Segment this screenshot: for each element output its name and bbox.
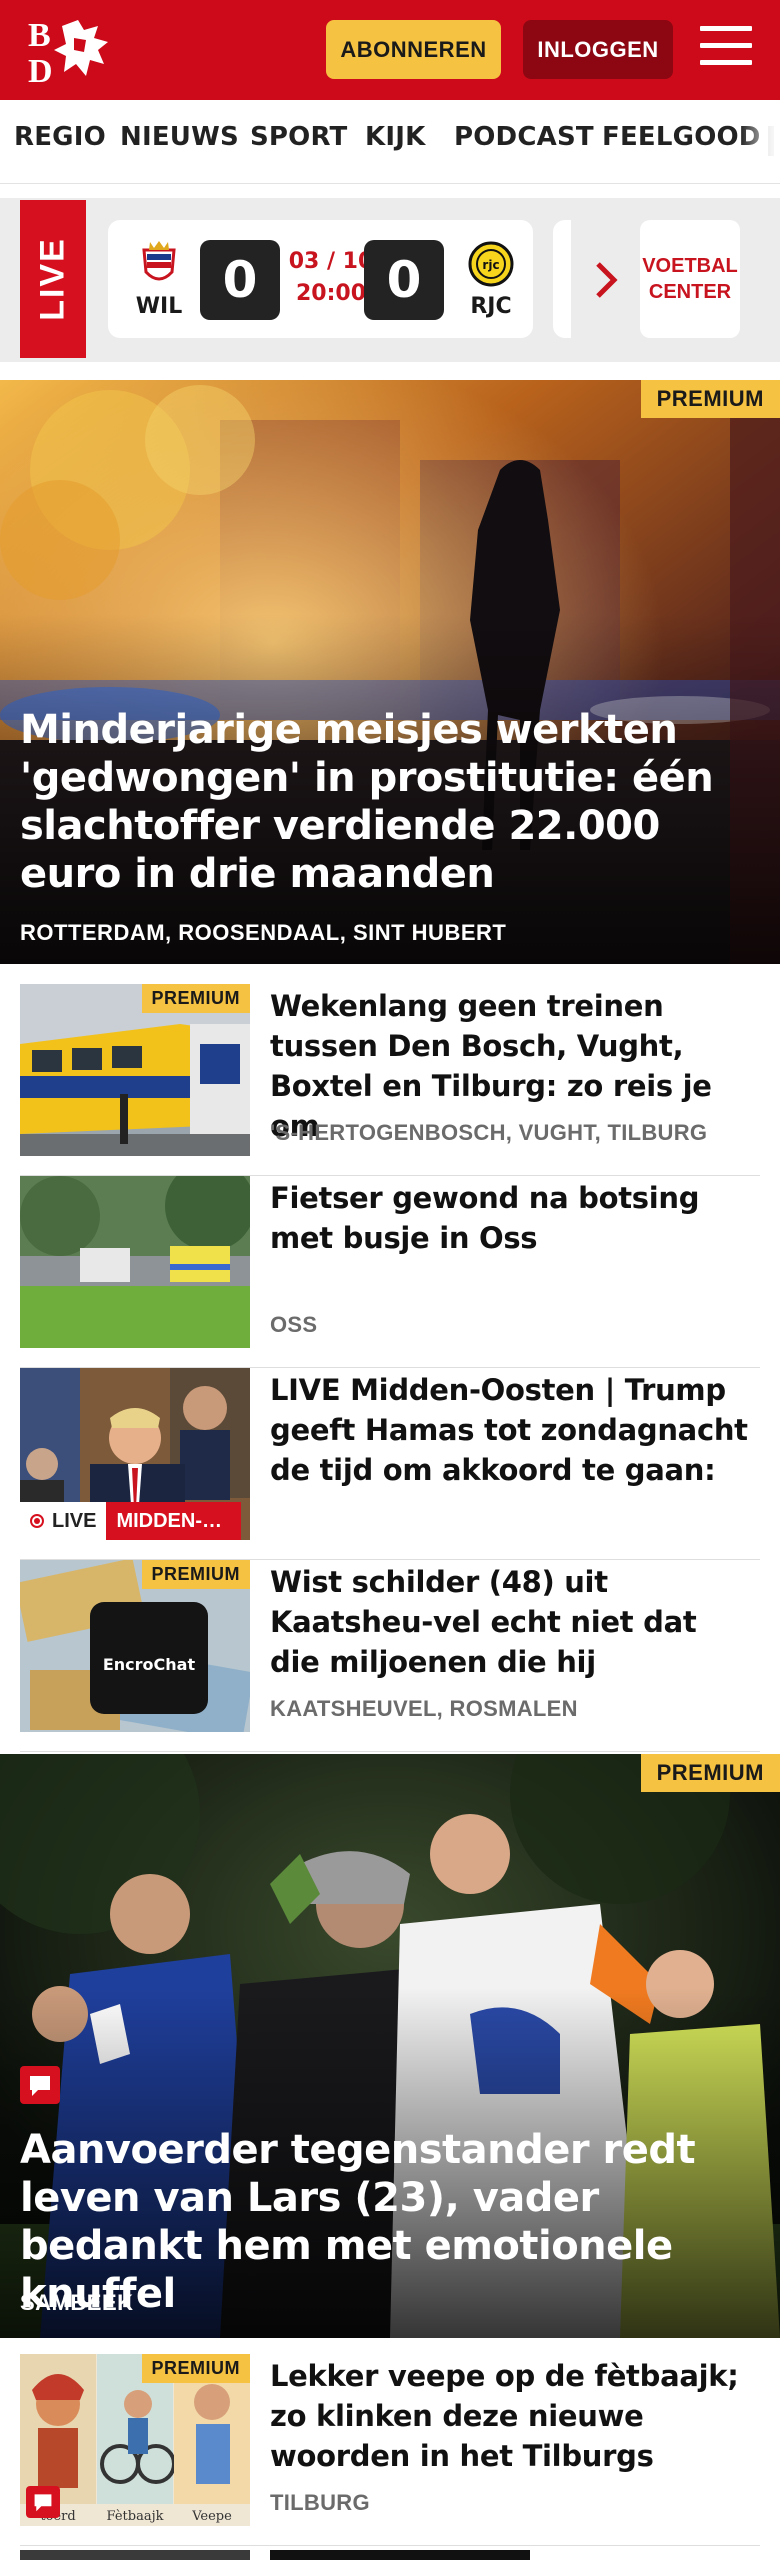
nav-item-sport[interactable]: SPORT	[250, 122, 347, 152]
premium-badge: PREMIUM	[141, 2354, 250, 2383]
premium-badge: PREMIUM	[640, 1754, 780, 1792]
home-team-name: WIL	[135, 294, 183, 319]
next-article-title-peek	[270, 2550, 530, 2560]
article-item[interactable]: Fietser gewond na botsing met busje in O…	[20, 1176, 760, 1368]
article-title[interactable]: LIVE Midden-Oosten | Trump geeft Hamas t…	[270, 1370, 750, 1490]
rjc-logo-icon: rjc	[468, 241, 514, 287]
willem-ii-logo-icon	[142, 241, 176, 281]
match-card[interactable]: WIL 0 03 / 10 20:00 0 rjc RJC	[108, 220, 533, 338]
away-score: 0	[364, 240, 444, 320]
article-item[interactable]: PREMIUM Wekenlang geen treinen tussen De…	[20, 984, 760, 1176]
article-thumbnail	[20, 1176, 250, 1348]
svg-text:Fètbaajk: Fètbaajk	[107, 2509, 164, 2524]
bd-logo[interactable]: B D	[28, 16, 118, 90]
section-nav: REGIO NIEUWS SPORT KIJK PODCAST FEELGOOD	[0, 100, 780, 184]
nav-item-kijk[interactable]: KIJK	[365, 122, 425, 152]
article-location: OSS	[270, 1312, 318, 1337]
svg-text:Veepe: Veepe	[191, 2509, 232, 2524]
article-location: 'S-HERTOGENBOSCH, VUGHT, TILBURG	[270, 1120, 708, 1145]
menu-icon[interactable]	[700, 26, 752, 72]
voetbal-center-link[interactable]: VOETBAL CENTER	[640, 220, 740, 338]
site-header: B D ABONNEREN INLOGGEN	[0, 0, 780, 100]
subscribe-button[interactable]: ABONNEREN	[326, 20, 501, 79]
home-score: 0	[200, 240, 280, 320]
hero-1-title[interactable]: Minderjarige meisjes werkten 'gedwongen'…	[20, 706, 760, 898]
live-tag: LIVE	[20, 200, 86, 358]
next-match-card-stub[interactable]	[553, 220, 571, 338]
svg-text:rjc: rjc	[482, 258, 499, 272]
nav-item-feelgood[interactable]: FEELGOOD	[602, 122, 761, 152]
login-button[interactable]: INLOGGEN	[523, 20, 673, 79]
article-thumbnail: toerd Fètbaajk Veepe PREMIUM	[20, 2354, 250, 2526]
article-item[interactable]: LIVE MIDDEN-… LIVE Midden-Oosten | Trump…	[20, 1368, 760, 1560]
comment-icon	[20, 2066, 60, 2104]
hero-2-location: SAMBEEK	[20, 2290, 134, 2315]
premium-badge: PREMIUM	[141, 984, 250, 1013]
hero-article-2[interactable]: PREMIUM Aanvoerder tegenstander redt lev…	[0, 1754, 780, 2338]
svg-text:B: B	[28, 17, 51, 54]
svg-text:D: D	[28, 53, 53, 84]
hero-article-1[interactable]: PREMIUM Minderjarige meisjes werkten 'ge…	[0, 380, 780, 964]
article-thumbnail: PREMIUM	[20, 984, 250, 1156]
away-team: rjc RJC	[448, 220, 528, 338]
article-thumbnail: LIVE MIDDEN-…	[20, 1368, 250, 1540]
nav-item-regio[interactable]: REGIO	[14, 122, 106, 152]
hero-1-location: ROTTERDAM, ROOSENDAAL, SINT HUBERT	[20, 920, 507, 945]
premium-badge: PREMIUM	[640, 380, 780, 418]
article-title[interactable]: Lekker veepe op de fètbaajk; zo klinken …	[270, 2356, 750, 2476]
away-team-name: RJC	[470, 294, 512, 319]
article-title[interactable]: Fietser gewond na botsing met busje in O…	[270, 1178, 750, 1258]
svg-text:EncroChat: EncroChat	[103, 1655, 196, 1674]
live-dot-icon	[30, 1514, 44, 1528]
article-item[interactable]: toerd Fètbaajk Veepe PREMIUM Lekker veep…	[20, 2354, 760, 2546]
home-team: WIL	[116, 220, 196, 338]
next-article-thumbnail-peek	[20, 2550, 250, 2560]
premium-badge: PREMIUM	[141, 1560, 250, 1589]
article-location: KAATSHEUVEL, ROSMALEN	[270, 1696, 578, 1721]
article-location: TILBURG	[270, 2490, 370, 2515]
comment-icon	[26, 2486, 60, 2518]
article-title[interactable]: Wist schilder (48) uit Kaatsheu-vel echt…	[270, 1562, 750, 1682]
nav-item-nieuws[interactable]: NIEUWS	[120, 122, 239, 152]
nav-fade	[740, 100, 780, 183]
article-thumbnail: EncroChat PREMIUM	[20, 1560, 250, 1732]
chevron-right-icon[interactable]	[592, 260, 622, 300]
live-label-strip: LIVE MIDDEN-…	[20, 1502, 242, 1540]
live-score-strip: LIVE WIL 0 03 / 10 20:00 0 rjc RJC VOETB…	[0, 198, 780, 362]
nav-item-podcast[interactable]: PODCAST	[454, 122, 594, 152]
article-item[interactable]: EncroChat PREMIUM Wist schilder (48) uit…	[20, 1560, 760, 1752]
